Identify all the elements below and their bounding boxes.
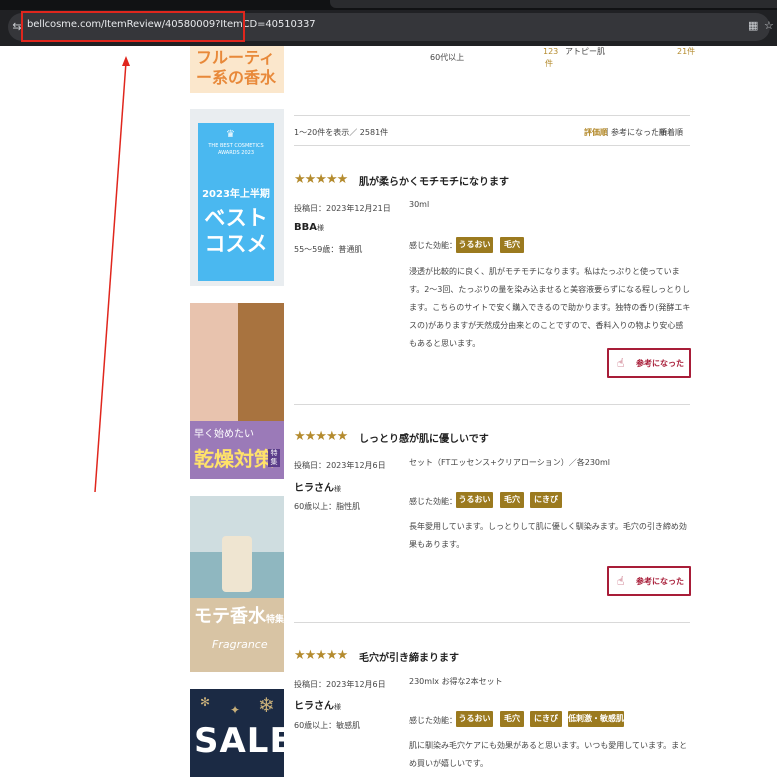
reviewer-name[interactable]: BBA様 [294, 222, 324, 233]
reviewer-name[interactable]: ヒラさん様 [294, 697, 341, 712]
ad-dry-title: 乾燥対策 [194, 447, 274, 471]
effect-label: 感じた効能： [409, 716, 457, 725]
star-rating: ★★★★★ [294, 429, 348, 444]
helpful-button[interactable]: ☝ 参考になった [607, 348, 691, 378]
star-icon[interactable]: ☆ [764, 19, 774, 32]
reviewer-meta: 60歳以上：敏感肌 [294, 721, 361, 730]
divider [294, 145, 690, 146]
prev-age: 60代以上 [430, 53, 465, 62]
review-date: 投稿日：2023年12月6日 [294, 461, 386, 470]
crown-icon: ♛ [226, 129, 235, 140]
result-count: 1～20件を表示／ 2581件 [294, 128, 389, 137]
ad-best-title: ベストコスメ [204, 206, 268, 256]
effect-tag: うるおい [456, 492, 493, 508]
ad-fruity-text: フルーティー系の香水 [196, 48, 277, 87]
review-title: しっとり感が肌に優しいです [359, 434, 489, 445]
review-product: 30ml [409, 200, 430, 209]
snowflake-icon: ✻ [200, 695, 211, 709]
reviewer-meta: 55～59歳：普通肌 [294, 245, 363, 254]
review-body: 長年愛用しています。しっとりして肌に優しく馴染みます。毛穴の引き締め効果もありま… [409, 522, 687, 549]
thumbs-up-icon: ☝ [617, 574, 625, 588]
effect-tag: うるおい [456, 711, 493, 727]
ad-best-period: 2023年上半期 [202, 189, 270, 200]
review-title: 毛穴が引き締まります [359, 653, 459, 664]
divider [294, 404, 690, 405]
ad-dry-products [238, 303, 284, 421]
helpful-button[interactable]: ☝ 参考になった [607, 566, 691, 596]
effect-tag: うるおい [456, 237, 493, 253]
review-title: 肌が柔らかくモチモチになります [359, 177, 509, 188]
sort-new[interactable]: 新着順 [659, 127, 683, 138]
review-body: 肌に馴染み毛穴ケアにも効果があると思います。いつも愛用しています。まとめ買いが嬉… [409, 741, 688, 768]
active-tab[interactable] [330, 0, 777, 8]
divider [294, 115, 690, 116]
effect-tag: にきび [530, 492, 562, 508]
grid-icon[interactable]: ▦ [748, 19, 758, 32]
ad-fruity-perfume[interactable]: フルーティー系の香水 [190, 46, 284, 93]
ad-dry-sub: 早く始めたい [194, 429, 254, 440]
reviewer-name[interactable]: ヒラさん様 [294, 479, 341, 494]
effect-tag: 毛穴 [500, 237, 524, 253]
divider [294, 622, 690, 623]
ad-dry-care[interactable]: 早く始めたい 乾燥対策 特集 [190, 303, 284, 479]
snowflake-icon: ❄ [258, 693, 275, 717]
star-rating: ★★★★★ [294, 172, 348, 187]
ad-sale-text: SALE [194, 721, 284, 761]
thumbs-up-icon: ☝ [617, 356, 625, 370]
helpful-button-label: 参考になった [636, 359, 684, 368]
ad-mote-title: モテ香水特集 [194, 606, 284, 627]
effect-tag: 毛穴 [500, 711, 524, 727]
effect-tag: 毛穴 [500, 492, 524, 508]
review-body: 浸透が比較的に良く、肌がモチモチになります。私はたっぷりと使っています。2～3回… [409, 267, 691, 348]
ad-best-award: THE BEST COSMETICS AWARDS 2023 [208, 143, 264, 156]
ad-sale[interactable]: ✻ ❄ ✦ SALE [190, 689, 284, 777]
effect-label: 感じた効能： [409, 497, 457, 506]
ad-dry-tag: 特集 [268, 449, 280, 467]
effect-label: 感じた効能： [409, 241, 457, 250]
reviewer-meta: 60歳以上：脂性肌 [294, 502, 361, 511]
star-rating: ★★★★★ [294, 648, 348, 663]
ad-dry-photo [190, 303, 238, 421]
ad-best-cosmetics[interactable]: ♛ THE BEST COSMETICS AWARDS 2023 2023年上半… [190, 109, 284, 286]
sort-separator: | [654, 127, 657, 136]
perfume-bottle-icon [222, 536, 252, 592]
review-date: 投稿日：2023年12月21日 [294, 204, 391, 213]
review-product: セット（FTエッセンス+クリアローション）／各230ml [409, 458, 611, 467]
prev-right-count[interactable]: 21件 [677, 46, 695, 57]
tab-strip [0, 0, 777, 10]
ad-mote-perfume[interactable]: モテ香水特集 Fragrance [190, 496, 284, 672]
snowflake-icon: ✦ [230, 703, 241, 717]
sort-rating[interactable]: 評価順 [584, 127, 608, 138]
ad-mote-script: Fragrance [212, 638, 268, 651]
review-product: 230mlx お得な2本セット [409, 677, 503, 686]
sort-separator: | [606, 127, 609, 136]
url-annotation-box [21, 11, 245, 42]
prev-skin: アトピー肌 [565, 47, 605, 56]
helpful-button-label: 参考になった [636, 577, 684, 586]
effect-tag: にきび [530, 711, 562, 727]
effect-tag: 低刺激・敏感肌 [568, 711, 624, 727]
prev-count[interactable]: 123件 [543, 46, 558, 70]
review-date: 投稿日：2023年12月6日 [294, 680, 386, 689]
